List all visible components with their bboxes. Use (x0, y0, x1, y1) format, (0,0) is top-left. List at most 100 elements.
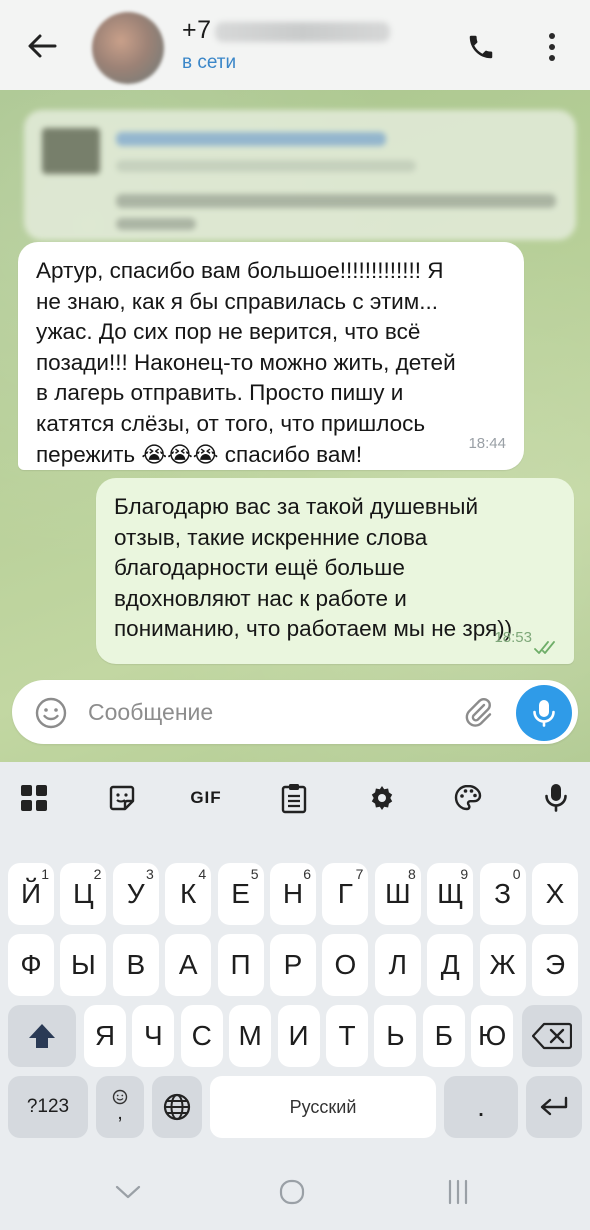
key-label: ю (478, 1020, 507, 1051)
smiley-icon[interactable] (34, 696, 68, 730)
key[interactable]: р (270, 934, 316, 996)
key[interactable]: ч (132, 1005, 175, 1067)
key-label: ш (384, 878, 411, 909)
key-hint: 6 (303, 866, 311, 882)
message-input[interactable] (88, 694, 448, 730)
theme-button[interactable] (448, 778, 488, 818)
key[interactable]: с (180, 1005, 223, 1067)
message-text: Артур, спасибо вам большое!!!!!!!!!!!!! … (36, 258, 456, 467)
key[interactable]: д (427, 934, 474, 996)
key[interactable]: у3 (112, 863, 159, 925)
nav-recents-button[interactable] (438, 1172, 478, 1212)
apps-grid-button[interactable] (14, 778, 54, 818)
key[interactable]: ж (479, 934, 526, 996)
avatar[interactable] (92, 12, 164, 84)
clipboard-icon (281, 784, 307, 814)
contact-name-redacted (215, 22, 390, 42)
key[interactable]: н6 (270, 863, 316, 925)
key[interactable]: к4 (165, 863, 212, 925)
key[interactable]: ю (471, 1005, 514, 1067)
more-menu-button[interactable] (540, 28, 564, 66)
key[interactable]: л (374, 934, 421, 996)
recents-icon (448, 1179, 468, 1205)
contact-name[interactable]: +7 (182, 16, 212, 45)
key[interactable]: а (165, 934, 212, 996)
key-label: в (126, 949, 146, 980)
key[interactable]: г7 (322, 863, 369, 925)
chat-area[interactable]: Артур, спасибо вам большое!!!!!!!!!!!!! … (0, 90, 590, 762)
chat-header: +7 в сети (0, 0, 590, 90)
paperclip-icon[interactable] (460, 694, 496, 730)
key-label: г (337, 878, 353, 909)
language-key[interactable] (152, 1076, 202, 1138)
key-label: э (544, 949, 566, 980)
key-label: я (94, 1020, 116, 1051)
voice-input-button[interactable] (536, 778, 576, 818)
incoming-message[interactable]: Артур, спасибо вам большое!!!!!!!!!!!!! … (18, 242, 524, 470)
key[interactable]: т (326, 1005, 368, 1067)
nav-back-button[interactable] (108, 1172, 148, 1212)
key[interactable]: б (422, 1005, 465, 1067)
sticker-icon (109, 785, 135, 811)
key[interactable]: е5 (217, 863, 264, 925)
back-button[interactable] (22, 26, 62, 66)
sticker-button[interactable] (102, 778, 142, 818)
key-hint: 8 (408, 866, 416, 882)
key[interactable]: ш8 (374, 863, 421, 925)
key-label: ч (144, 1020, 163, 1051)
message-composer (12, 680, 578, 744)
key[interactable]: ф (8, 934, 54, 996)
keyboard-toolbar: GIF (0, 762, 590, 834)
key[interactable]: и (277, 1005, 320, 1067)
key-hint: 7 (355, 866, 364, 882)
key[interactable]: з0 (479, 863, 526, 925)
palette-icon (454, 784, 482, 811)
key[interactable]: ц2 (60, 863, 107, 925)
key-label: м (238, 1020, 262, 1051)
key-label: о (334, 949, 357, 980)
key[interactable]: щ9 (427, 863, 474, 925)
space-key[interactable]: Русский (210, 1076, 436, 1138)
mic-button[interactable] (516, 685, 572, 741)
key[interactable]: ы (60, 934, 107, 996)
blurred-previous-message (24, 110, 576, 240)
message-text-tail: спасибо вам! (218, 441, 363, 467)
gif-button[interactable]: GIF (186, 778, 226, 818)
enter-icon (540, 1096, 568, 1116)
key[interactable]: я (84, 1005, 126, 1067)
key[interactable]: х (532, 863, 578, 925)
backspace-icon (532, 1022, 572, 1050)
message-text: Благодарю вас за такой душевный отзыв, т… (114, 494, 513, 642)
key-hint: 0 (512, 866, 521, 882)
comma-emoji-key[interactable]: , (96, 1076, 144, 1138)
key[interactable]: п (217, 934, 264, 996)
key-label: а (178, 949, 198, 980)
key-label: р (283, 949, 303, 980)
key[interactable]: в (112, 934, 159, 996)
call-button[interactable] (462, 28, 500, 66)
system-navbar (0, 1150, 590, 1230)
key[interactable]: м (229, 1005, 272, 1067)
shift-key[interactable] (8, 1005, 76, 1067)
settings-button[interactable] (362, 778, 402, 818)
key-hint: 1 (41, 866, 49, 882)
clipboard-button[interactable] (274, 778, 314, 818)
enter-key[interactable] (526, 1076, 582, 1138)
symbols-key[interactable]: ?123 (8, 1076, 88, 1138)
nav-home-button[interactable] (272, 1172, 312, 1212)
key-label: ы (70, 949, 96, 980)
key[interactable]: э (532, 934, 578, 996)
key-hint: 5 (250, 866, 259, 882)
key-hint: 9 (460, 866, 469, 882)
key-label: ь (386, 1020, 405, 1051)
key-label: д (440, 949, 460, 980)
outgoing-message[interactable]: Благодарю вас за такой душевный отзыв, т… (96, 478, 574, 664)
backspace-key[interactable] (522, 1005, 582, 1067)
key-label: л (388, 949, 407, 980)
key-label: ж (489, 949, 516, 980)
key[interactable]: ь (374, 1005, 417, 1067)
key[interactable]: й1 (8, 863, 54, 925)
key-label: й (20, 878, 42, 909)
period-key[interactable]: . (444, 1076, 518, 1138)
key[interactable]: о (322, 934, 369, 996)
